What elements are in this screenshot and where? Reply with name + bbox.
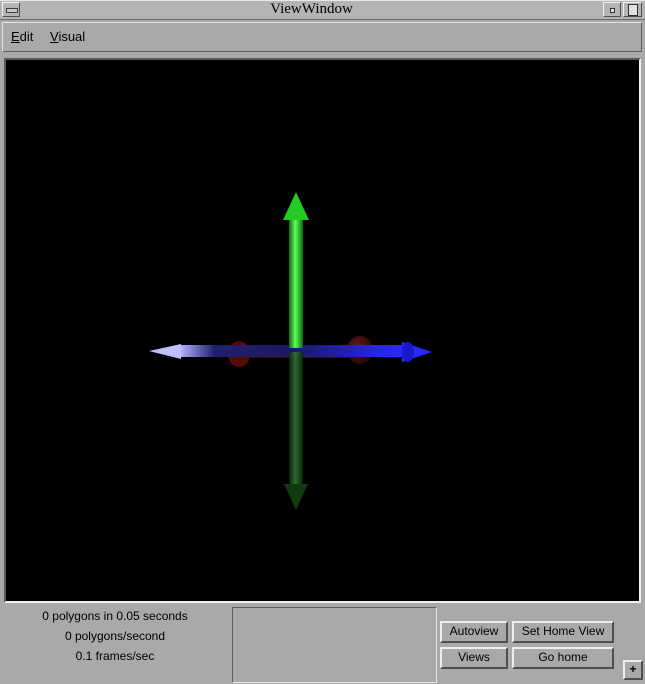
menu-bar: Edit Visual <box>2 22 642 52</box>
window-menu-icon <box>6 8 18 13</box>
set-home-view-button[interactable]: Set Home View <box>512 621 614 643</box>
y-axis-shaft <box>289 220 303 348</box>
stat-polygons-time: 0 polygons in 0.05 seconds <box>42 609 188 623</box>
axes-scene <box>149 192 432 510</box>
y-axis-lower-arrowhead <box>284 484 308 510</box>
stat-polygons-rate: 0 polygons/second <box>64 629 166 643</box>
window-menu-button[interactable] <box>2 2 20 17</box>
stat-frame-rate: 0.1 frames/sec <box>75 649 155 663</box>
menu-edit-mnemonic: E <box>11 29 20 44</box>
minimize-button[interactable] <box>603 2 621 17</box>
y-axis-lower-shaft <box>289 352 303 486</box>
views-button[interactable]: Views <box>440 647 508 669</box>
menu-edit[interactable]: Edit <box>11 29 41 45</box>
info-panel <box>232 607 437 683</box>
corner-plus-button[interactable]: + <box>623 660 643 680</box>
menu-edit-label: dit <box>19 29 34 44</box>
x-axis-arrowhead-base <box>402 342 414 362</box>
menu-visual[interactable]: Visual <box>50 29 90 45</box>
maximize-icon <box>628 4 638 16</box>
go-home-button[interactable]: Go home <box>512 647 614 669</box>
window-title: ViewWindow <box>270 1 353 17</box>
x-axis-back-arrowhead <box>149 344 181 359</box>
y-axis-arrowhead <box>283 192 309 220</box>
3d-viewport[interactable] <box>4 58 641 603</box>
maximize-button[interactable] <box>623 2 642 17</box>
autoview-button[interactable]: Autoview <box>440 621 508 643</box>
menu-visual-label: isual <box>58 29 86 44</box>
minimize-icon <box>610 8 615 13</box>
